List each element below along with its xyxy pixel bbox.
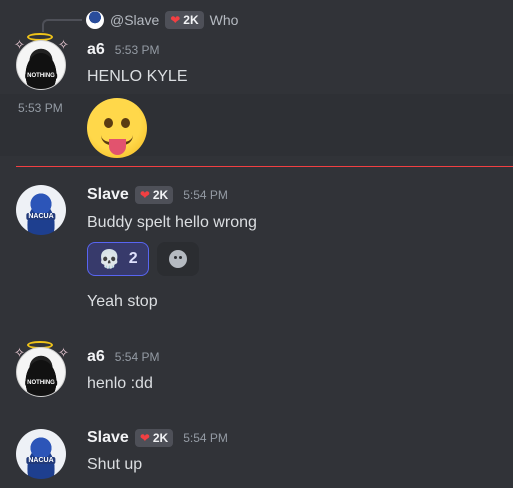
- author-name[interactable]: Slave: [87, 186, 129, 204]
- badge-count: 2K: [152, 431, 169, 445]
- role-badge: ❤ 2K: [134, 429, 174, 447]
- badge-count: 2K: [152, 188, 169, 202]
- message-text-followup: Yeah stop: [87, 293, 158, 310]
- reply-connector: [42, 19, 82, 32]
- emoji-tongue: [109, 139, 126, 155]
- reply-avatar: [86, 11, 104, 29]
- author-line: a6 5:54 PM: [87, 348, 160, 366]
- avatar-caption: NOTHING: [25, 380, 57, 386]
- heart-icon: ❤: [170, 13, 181, 27]
- heart-icon: ❤: [139, 188, 150, 202]
- avatar[interactable]: NACUA: [16, 429, 66, 479]
- timestamp: 5:54 PM: [114, 350, 160, 364]
- avatar[interactable]: NOTHING: [16, 347, 66, 397]
- reaction-skull[interactable]: 💀 2: [87, 242, 149, 276]
- avatar-caption: NACUA: [26, 213, 56, 220]
- message-row-hovered: [0, 94, 513, 156]
- role-badge: ❤ 2K: [134, 186, 174, 204]
- reply-preview[interactable]: @Slave ❤ 2K Who: [86, 9, 238, 31]
- author-line: Slave ❤ 2K 5:54 PM: [87, 429, 228, 447]
- message-text: henlo :dd: [87, 375, 153, 392]
- author-line: Slave ❤ 2K 5:54 PM: [87, 186, 228, 204]
- reply-text: Who: [209, 12, 239, 28]
- smile-icon: [169, 250, 187, 268]
- message-text: Buddy spelt hello wrong: [87, 214, 257, 231]
- reaction-count: 2: [128, 250, 138, 267]
- emoji-eye-right: [121, 118, 130, 128]
- message-text: HENLO KYLE: [87, 68, 188, 85]
- avatar-caption: NOTHING: [25, 73, 57, 79]
- timestamp: 5:53 PM: [114, 43, 160, 57]
- new-messages-divider: [16, 166, 513, 167]
- author-name[interactable]: a6: [87, 41, 105, 59]
- skull-icon: 💀: [98, 248, 121, 269]
- timestamp: 5:54 PM: [183, 431, 228, 445]
- emoji-eye-left: [104, 118, 113, 128]
- author-name[interactable]: a6: [87, 348, 105, 366]
- stuck-out-tongue-emoji: [87, 98, 147, 158]
- avatar[interactable]: NACUA: [16, 185, 66, 235]
- timestamp: 5:53 PM: [18, 101, 63, 115]
- reply-badge: ❤ 2K: [165, 11, 204, 29]
- heart-icon: ❤: [139, 431, 150, 445]
- avatar-caption: NACUA: [26, 457, 56, 464]
- author-line: a6 5:53 PM: [87, 41, 160, 59]
- reply-badge-count: 2K: [183, 13, 199, 27]
- avatar[interactable]: NOTHING: [16, 40, 66, 90]
- chat-log: @Slave ❤ 2K Who ✧ ✧ NOTHING a6 5:53 PM H…: [0, 0, 513, 488]
- author-name[interactable]: Slave: [87, 429, 129, 447]
- reply-mention[interactable]: @Slave: [110, 12, 159, 28]
- timestamp: 5:54 PM: [183, 188, 228, 202]
- add-reaction-button[interactable]: [157, 242, 199, 276]
- message-text: Shut up: [87, 456, 143, 473]
